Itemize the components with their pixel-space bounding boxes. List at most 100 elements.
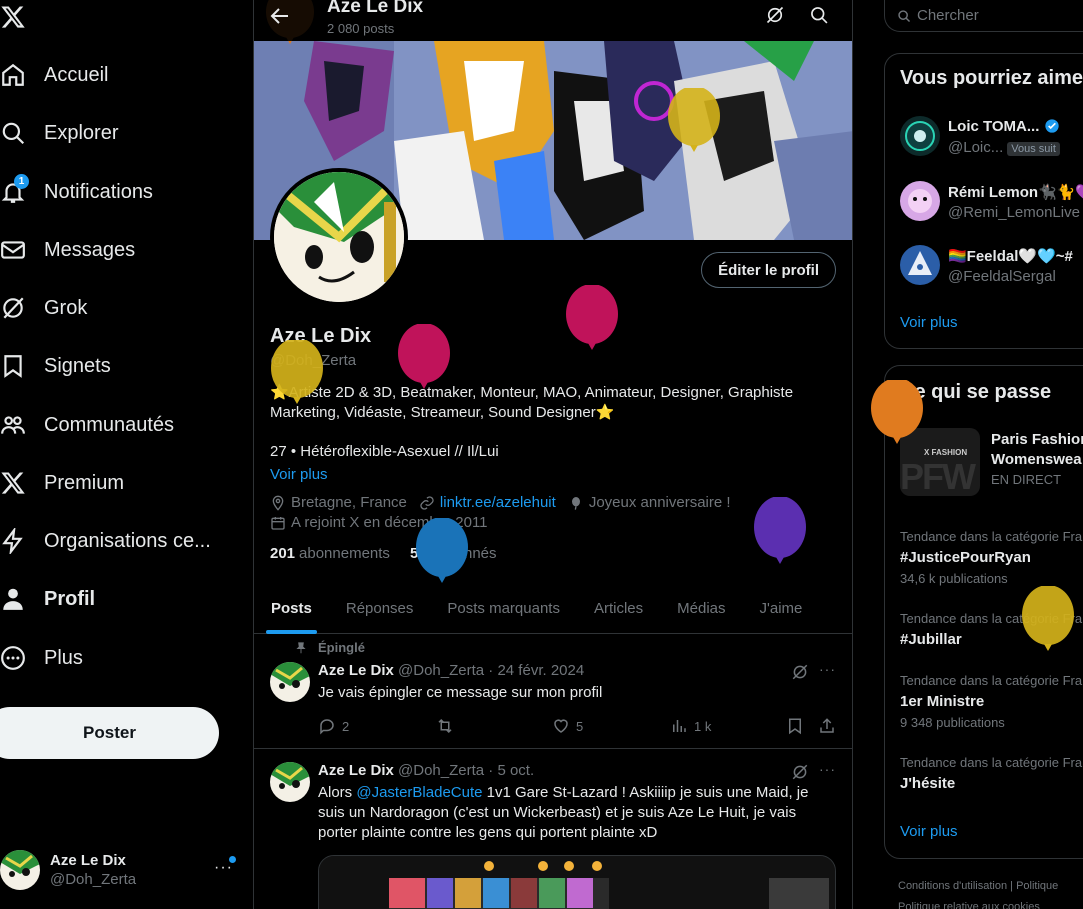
nav-label: Plus (44, 646, 83, 669)
x-logo-icon[interactable] (0, 2, 26, 32)
nav-home[interactable]: Accueil (0, 51, 108, 99)
trend-item[interactable]: Tendance dans la catégorie Fra #JusticeP… (900, 529, 1083, 586)
share-icon (820, 718, 834, 733)
avatar (900, 245, 940, 285)
reply-icon (320, 719, 334, 735)
magenta-balloon-decoration (398, 324, 450, 389)
reply-button[interactable]: 2 (318, 717, 349, 735)
tweet-text: Je vais épingler ce message sur mon prof… (318, 684, 603, 701)
profile-header-bar: Aze Le Dix 2 080 posts (254, 0, 852, 41)
suggestion-item[interactable]: Loic TOMA... @Loic... Vous suit (900, 112, 1083, 160)
pin-icon (296, 641, 306, 653)
followers-link[interactable]: 549 abonnés (410, 545, 497, 562)
x-logo-icon (0, 470, 26, 496)
nav-notifications[interactable]: 1 Notifications (0, 168, 153, 216)
search-icon[interactable] (809, 5, 829, 25)
heart-icon (554, 719, 568, 733)
tweet-meta: @Doh_Zerta · 5 oct. (398, 762, 535, 779)
tweet-header: Aze Le Dix @Doh_Zerta · 24 févr. 2024 (318, 662, 584, 679)
magenta-balloon-decoration (566, 285, 618, 350)
tab-likes[interactable]: J'aime (743, 583, 820, 634)
tweet-media-image[interactable] (318, 855, 836, 909)
avatar[interactable] (270, 762, 310, 802)
suggestion-name: Rémi Lemon🐈‍⬛🐈💜 (948, 184, 1083, 201)
suggestion-name: 🏳️‍🌈Feeldal🤍🩵~# (948, 248, 1073, 265)
nav-grok[interactable]: Grok (0, 284, 87, 332)
nav-label: Messages (44, 238, 136, 261)
joined-row: A rejoint X en décembre 2011 (270, 514, 500, 531)
views-button[interactable]: 1 k (670, 717, 711, 735)
tweet-actions: 2 5 1 k (318, 717, 838, 737)
account-name: Aze Le Dix (50, 852, 126, 869)
footer-links[interactable]: Politique relative aux cookies (898, 901, 1040, 909)
more-dots-icon[interactable]: ··· (819, 661, 836, 677)
person-icon (0, 586, 26, 612)
mail-icon (0, 237, 26, 263)
tweet-author[interactable]: Aze Le Dix (318, 762, 394, 779)
back-arrow-icon[interactable] (268, 4, 292, 28)
tab-articles[interactable]: Articles (577, 583, 660, 634)
post-button[interactable]: Poster (0, 707, 219, 759)
suggestion-name: Loic TOMA... (948, 118, 1060, 135)
retweet-button[interactable] (436, 717, 460, 735)
tab-media[interactable]: Médias (660, 583, 742, 634)
bookmark-button[interactable] (786, 717, 804, 735)
trend-item[interactable]: Tendance dans la catégorie Fra 1er Minis… (900, 673, 1083, 730)
more-dots-icon[interactable]: ··· (819, 761, 836, 777)
website-link[interactable]: linktr.ee/azelehuit (440, 494, 556, 511)
nav-label: Organisations ce... (44, 529, 211, 552)
website-item[interactable]: linktr.ee/azelehuit (419, 494, 556, 511)
right-sidebar: Chercher Vous pourriez aime Loic TOMA...… (853, 0, 1083, 909)
nav-explore[interactable]: Explorer (0, 109, 118, 157)
nav-bookmarks[interactable]: Signets (0, 342, 111, 390)
edit-profile-button[interactable]: Éditer le profil (701, 252, 836, 288)
home-icon (0, 62, 26, 88)
share-button[interactable] (818, 717, 836, 735)
live-label: EN DIRECT (991, 472, 1062, 487)
card-title: Ce qui se passe (900, 381, 1052, 403)
grok-icon[interactable] (791, 663, 809, 681)
verified-badge-icon (1044, 119, 1059, 133)
account-switcher[interactable]: Aze Le Dix @Doh_Zerta ··· (0, 845, 245, 895)
tab-posts[interactable]: Posts (254, 583, 329, 634)
tab-highlights[interactable]: Posts marquants (430, 583, 577, 634)
footer-links[interactable]: Conditions d'utilisation | Politique (898, 880, 1058, 892)
event-thumbnail: X FASHION PFW (900, 428, 980, 496)
nav-communities[interactable]: Communautés (0, 401, 174, 449)
bio-see-more-link[interactable]: Voir plus (270, 466, 328, 483)
grok-icon[interactable] (791, 763, 809, 781)
nav-profile[interactable]: Profil (0, 575, 95, 623)
joined-item: A rejoint X en décembre 2011 (270, 514, 488, 531)
notification-badge: 1 (14, 174, 29, 189)
trend-item[interactable]: Tendance dans la catégorie Fra #Jubillar (900, 611, 1083, 648)
see-more-link[interactable]: Voir plus (900, 823, 958, 840)
profile-bio: ⭐Artiste 2D & 3D, Beatmaker, Monteur, MA… (270, 384, 794, 421)
nav-organizations[interactable]: Organisations ce... (0, 517, 211, 565)
nav-label: Accueil (44, 63, 109, 86)
nav-label: Explorer (44, 121, 119, 144)
profile-avatar[interactable] (270, 168, 408, 306)
avatar (0, 850, 40, 890)
tab-replies[interactable]: Réponses (329, 583, 431, 634)
nav-messages[interactable]: Messages (0, 226, 135, 274)
grok-icon[interactable] (765, 5, 785, 25)
nav-more[interactable]: Plus (0, 634, 83, 682)
featured-event[interactable]: X FASHION PFW Paris Fashion Womenswea EN… (900, 428, 1083, 496)
header-post-count: 2 080 posts (327, 21, 395, 36)
birthday-item: Joyeux anniversaire ! (568, 494, 731, 511)
bookmark-icon (789, 718, 801, 735)
suggestion-item[interactable]: Rémi Lemon🐈‍⬛🐈💜 @Remi_LemonLive (900, 177, 1083, 225)
tweet-author[interactable]: Aze Le Dix (318, 662, 394, 679)
like-button[interactable]: 5 (552, 717, 583, 735)
avatar[interactable] (270, 662, 310, 702)
following-link[interactable]: 201 abonnements (270, 545, 390, 562)
search-input[interactable]: Chercher (884, 0, 1083, 32)
trend-item[interactable]: Tendance dans la catégorie Fra J'hésite (900, 755, 1083, 792)
see-more-link[interactable]: Voir plus (900, 314, 958, 331)
suggestion-item[interactable]: 🏳️‍🌈Feeldal🤍🩵~# @FeeldalSergal (900, 241, 1083, 289)
profile-tabs: Posts Réponses Posts marquants Articles … (254, 583, 852, 634)
nav-premium[interactable]: Premium (0, 459, 124, 507)
nav-label: Profil (44, 587, 96, 610)
trends-card: Ce qui se passe X FASHION PFW Paris Fash… (884, 365, 1083, 859)
mention-link[interactable]: @JasterBladeCute (356, 784, 482, 801)
